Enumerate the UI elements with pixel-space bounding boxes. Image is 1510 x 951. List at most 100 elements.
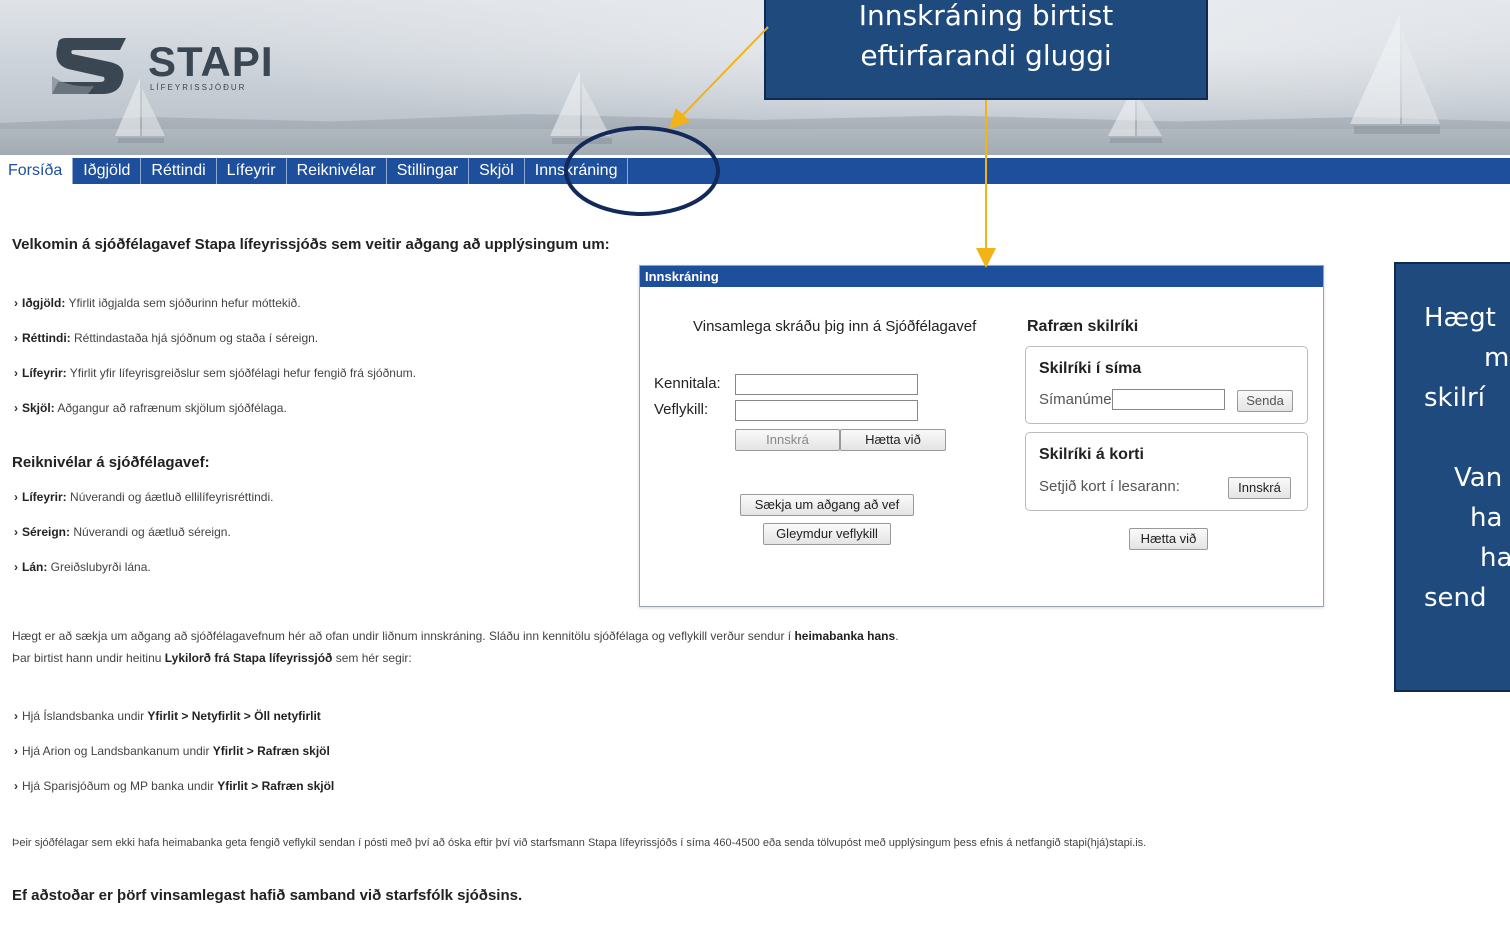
callout-top: Innskráning birtist eftirfarandi gluggi	[764, 0, 1208, 100]
bank-text: Hjá Sparisjóðum og MP banka undir	[22, 779, 218, 793]
main-nav: Forsíða Iðgjöld Réttindi Lífeyrir Reikni…	[0, 158, 1510, 184]
phone-input[interactable]	[1112, 389, 1225, 410]
no-bank-paragraph: Þeir sjóðfélagar sem ekki hafa heimabank…	[12, 837, 1147, 849]
veflykill-label: Veflykill:	[654, 401, 709, 418]
list-item: › Réttindi: Réttindastaða hjá sjóðnum og …	[14, 331, 318, 345]
list-item: › Lífeyrir: Núverandi og áætluð ellilífey…	[14, 490, 273, 504]
list-item: › Hjá Arion og Landsbankanum undir Yfirli…	[14, 744, 330, 758]
nav-item-forsida[interactable]: Forsíða	[0, 158, 74, 184]
chevron-right-icon: ›	[14, 779, 18, 793]
chevron-right-icon: ›	[14, 490, 18, 504]
bullet-text: Núverandi og áætluð séreign.	[70, 525, 231, 539]
nav-item-rettindi[interactable]: Réttindi	[141, 158, 217, 184]
para-text: Hægt er að sækja um aðgang að sjóðfélaga…	[12, 629, 795, 643]
nav-item-innskraning[interactable]: Innskráning	[525, 158, 629, 184]
card-id-title: Skilríki á korti	[1039, 446, 1144, 463]
phone-label: Símanúmer:	[1039, 391, 1121, 408]
bullet-text: Aðgangur að rafrænum skjölum sjóðfélaga.	[54, 401, 287, 415]
electronic-id-title: Rafræn skilríki	[1027, 318, 1139, 335]
chevron-right-icon: ›	[14, 560, 18, 574]
nav-item-idgjold[interactable]: Iðgjöld	[73, 158, 142, 184]
send-button[interactable]: Senda	[1237, 390, 1293, 412]
bank-text: Hjá Íslandsbanka undir	[22, 709, 148, 723]
logo-text: STAPI	[148, 38, 274, 85]
para-text: sem hér segir:	[332, 651, 412, 665]
dialog-title: Innskráning	[640, 266, 1323, 287]
chevron-right-icon: ›	[14, 366, 18, 380]
para-bold: Lykilorð frá Stapa lífeyrissjóð	[164, 651, 333, 665]
chevron-right-icon: ›	[14, 331, 18, 345]
bullet-term: Skjöl:	[22, 401, 55, 415]
bullet-text: Yfirlit iðgjalda sem sjóðurinn hefur mót…	[65, 296, 301, 310]
login-dialog: Innskráning Vinsamlega skráðu þig inn á …	[639, 265, 1324, 607]
card-login-button[interactable]: Innskrá	[1228, 477, 1291, 499]
nav-item-skjol[interactable]: Skjöl	[469, 158, 525, 184]
cancel-button[interactable]: Hætta við	[840, 429, 946, 451]
bullet-text: Yfirlit yfir lífeyrisgreiðslur sem sjóðf…	[66, 366, 416, 380]
header-banner: STAPI LÍFEYRISSJÓÐUR	[0, 0, 1510, 155]
bullet-text: Núverandi og áætluð ellilífeyrisréttindi…	[66, 490, 274, 504]
welcome-heading: Velkomin á sjóðfélagavef Stapa lífeyriss…	[12, 236, 610, 253]
bank-path: Yfirlit > Rafræn skjöl	[212, 744, 330, 758]
bullet-term: Iðgjöld:	[22, 296, 66, 310]
kennitala-input[interactable]	[735, 374, 918, 395]
bank-path: Yfirlit > Netyfirlit > Öll netyfirlit	[147, 709, 321, 723]
list-item: › Lífeyrir: Yfirlit yfir lífeyrisgreiðslu…	[14, 366, 416, 380]
sailboat-center-icon	[550, 70, 612, 144]
dialog-intro: Vinsamlega skráðu þig inn á Sjóðfélagave…	[693, 318, 977, 335]
sailboat-right-icon	[1350, 14, 1440, 134]
kennitala-label: Kennitala:	[654, 375, 721, 392]
cancel-id-button[interactable]: Hætta við	[1129, 528, 1208, 550]
stapi-logo-mark-icon	[52, 38, 126, 94]
callout-top-line2: eftirfarandi gluggi	[860, 39, 1112, 72]
apply-access-button[interactable]: Sækja um aðgang að vef	[740, 494, 914, 516]
bank-text: Hjá Arion og Landsbankanum undir	[22, 744, 213, 758]
stapi-logo[interactable]: STAPI LÍFEYRISSJÓÐUR	[48, 36, 288, 96]
footer-heading: Ef aðstoðar er þörf vinsamlegast hafið s…	[12, 887, 523, 904]
chevron-right-icon: ›	[14, 296, 18, 310]
callout-right-line: skilrí	[1424, 383, 1485, 413]
chevron-right-icon: ›	[14, 709, 18, 723]
callout-top-line1: Innskráning birtist	[858, 0, 1114, 32]
chevron-right-icon: ›	[14, 744, 18, 758]
intro-paragraph: Hægt er að sækja um aðgang að sjóðfélaga…	[12, 629, 899, 643]
callout-right-line: ha	[1480, 543, 1510, 573]
callout-right-line: ha	[1470, 503, 1503, 533]
callout-right-line: Van	[1454, 463, 1503, 493]
bullet-term: Lífeyrir:	[22, 490, 67, 504]
bullet-term: Lán:	[22, 560, 48, 574]
phone-id-title: Skilríki í síma	[1039, 360, 1142, 377]
forgot-password-button[interactable]: Gleymdur veflykill	[763, 523, 891, 545]
phone-id-box: Skilríki í síma Símanúmer: Senda	[1025, 346, 1308, 424]
nav-item-stillingar[interactable]: Stillingar	[387, 158, 470, 184]
list-item: › Skjöl: Aðgangur að rafrænum skjölum sjó…	[14, 401, 287, 415]
login-button[interactable]: Innskrá	[735, 429, 840, 451]
bullet-term: Lífeyrir:	[22, 366, 67, 380]
reiknivelar-heading: Reiknivélar á sjóðfélagavef:	[12, 454, 210, 471]
list-item: › Hjá Sparisjóðum og MP banka undir Yfirl…	[14, 779, 334, 793]
callout-right: Hægt m skilrí Van ha ha send	[1394, 262, 1510, 692]
logo-subtitle: LÍFEYRISSJÓÐUR	[150, 83, 247, 92]
bank-path: Yfirlit > Rafræn skjöl	[217, 779, 335, 793]
banner-water	[0, 129, 1510, 155]
list-item: › Séreign: Núverandi og áætluð séreign.	[14, 525, 231, 539]
para-bold: heimabanka hans	[794, 629, 896, 643]
bullet-text: Greiðslubyrði lána.	[47, 560, 151, 574]
para-text: Þar birtist hann undir heitinu	[12, 651, 165, 665]
callout-right-line: send	[1424, 583, 1487, 613]
nav-item-reiknivelar[interactable]: Reiknivélar	[287, 158, 387, 184]
intro-paragraph-2: Þar birtist hann undir heitinu Lykilorð …	[12, 651, 412, 665]
nav-item-lifeyrir[interactable]: Lífeyrir	[217, 158, 287, 184]
para-text: .	[895, 629, 899, 643]
card-label: Setjið kort í lesarann:	[1039, 478, 1180, 495]
bullet-text: Réttindastaða hjá sjóðnum og staða í sér…	[70, 331, 319, 345]
callout-right-line: m	[1484, 343, 1510, 373]
chevron-right-icon: ›	[14, 525, 18, 539]
list-item: › Lán: Greiðslubyrði lána.	[14, 560, 151, 574]
chevron-right-icon: ›	[14, 401, 18, 415]
bullet-term: Séreign:	[22, 525, 71, 539]
card-id-box: Skilríki á korti Setjið kort í lesarann:…	[1025, 432, 1308, 511]
veflykill-input[interactable]	[735, 400, 918, 421]
bullet-term: Réttindi:	[22, 331, 71, 345]
list-item: › Hjá Íslandsbanka undir Yfirlit > Netyfi…	[14, 709, 321, 723]
